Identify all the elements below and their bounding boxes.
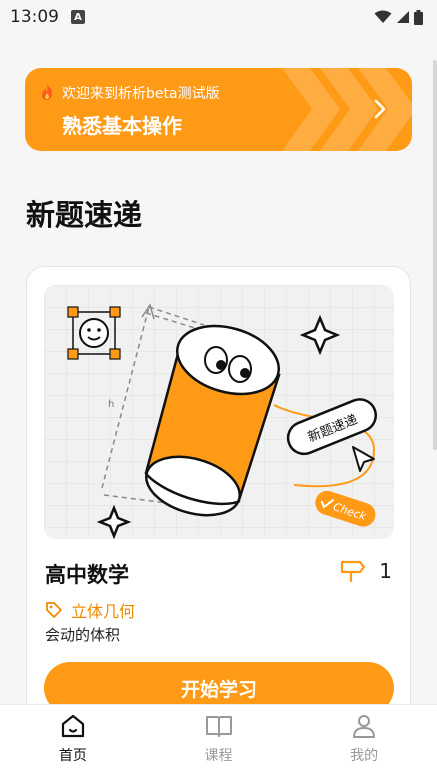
tag-label: 立体几何 <box>71 602 136 621</box>
chevron-right-icon[interactable] <box>373 98 387 120</box>
tag-icon <box>46 602 62 618</box>
tab-home-label: 首页 <box>58 748 87 764</box>
tab-courses-label: 课程 <box>204 748 233 764</box>
signal-icon <box>397 11 409 23</box>
chevron-pattern-icon <box>282 68 412 151</box>
battery-icon <box>414 9 423 25</box>
person-icon <box>353 715 376 738</box>
bottom-tab-bar: 首页 课程 我的 <box>0 704 437 776</box>
status-time: 13:09 <box>10 7 59 27</box>
signpost-icon <box>341 560 366 583</box>
subject-title: 高中数学 <box>45 563 129 587</box>
book-icon <box>205 716 232 737</box>
topic-tag[interactable]: 立体几何 <box>45 598 135 622</box>
tab-courses[interactable]: 课程 <box>146 705 292 776</box>
question-count: 1 <box>339 559 392 583</box>
cylinder-illustration: h r 新题速递 <box>44 285 394 539</box>
question-card[interactable]: h r 新题速递 <box>26 266 411 726</box>
status-bar: 13:09 A <box>0 0 437 34</box>
section-title: 新题速递 <box>26 198 143 232</box>
notification-a-icon: A <box>71 10 85 24</box>
banner-title: 熟悉基本操作 <box>62 114 182 138</box>
question-description: 会动的体积 <box>45 626 121 644</box>
fire-icon <box>42 84 53 100</box>
wifi-icon <box>374 10 392 23</box>
tab-profile[interactable]: 我的 <box>291 705 437 776</box>
home-icon <box>61 714 84 738</box>
tab-profile-label: 我的 <box>350 748 379 764</box>
scrollbar[interactable] <box>433 60 437 450</box>
height-label: h <box>108 399 114 410</box>
banner-welcome-text: 欢迎来到析析beta测试版 <box>62 86 220 102</box>
onboarding-banner[interactable]: 欢迎来到析析beta测试版 熟悉基本操作 <box>25 68 412 151</box>
count-value: 1 <box>379 559 392 583</box>
tab-home[interactable]: 首页 <box>0 705 146 776</box>
